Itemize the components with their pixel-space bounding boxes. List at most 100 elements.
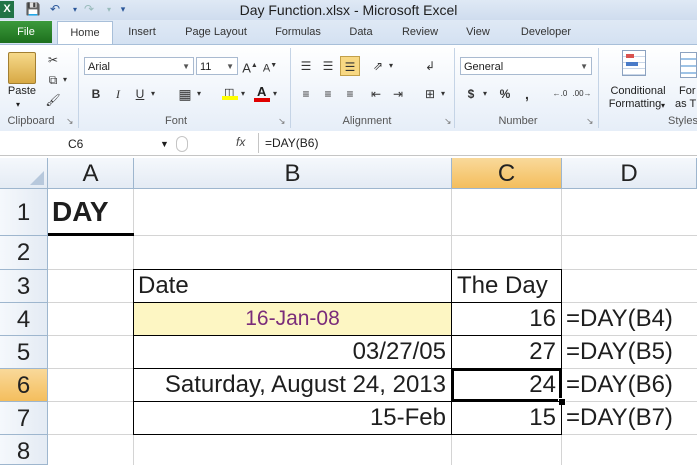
- format-as-table-label-1[interactable]: For: [679, 85, 696, 97]
- tab-page-layout[interactable]: Page Layout: [176, 21, 256, 43]
- align-center-icon[interactable]: ≡: [318, 84, 338, 104]
- column-header-a[interactable]: A: [48, 158, 134, 189]
- increase-decimal-icon[interactable]: ←.0: [550, 84, 570, 104]
- tab-view[interactable]: View: [454, 21, 502, 43]
- top-align-icon[interactable]: ☰: [296, 56, 316, 76]
- tab-insert[interactable]: Insert: [118, 21, 166, 43]
- cell-c4[interactable]: 16: [451, 302, 562, 336]
- insert-function-icon[interactable]: fx: [236, 135, 252, 149]
- alignment-launcher-icon[interactable]: ↘: [444, 116, 452, 127]
- fill-color-dropdown-icon[interactable]: ▾: [238, 84, 248, 104]
- italic-icon[interactable]: I: [110, 84, 126, 104]
- conditional-formatting-dropdown-icon[interactable]: ▾: [661, 101, 665, 110]
- align-left-icon[interactable]: ≡: [296, 84, 316, 104]
- cell-c7[interactable]: 15: [451, 401, 562, 435]
- day-header: The Day: [457, 272, 548, 299]
- cell-d7[interactable]: =DAY(B7): [566, 402, 673, 434]
- tab-developer[interactable]: Developer: [508, 21, 584, 43]
- percent-icon[interactable]: %: [496, 84, 514, 104]
- chevron-down-icon: ▼: [182, 62, 190, 71]
- chevron-down-icon: ▼: [226, 62, 234, 71]
- cell-d4[interactable]: =DAY(B4): [566, 303, 673, 335]
- tab-formulas[interactable]: Formulas: [266, 21, 330, 43]
- borders-icon[interactable]: ▦: [176, 84, 194, 104]
- bottom-align-icon[interactable]: ☰: [340, 56, 360, 76]
- date-value: Saturday, August 24, 2013: [164, 371, 446, 398]
- middle-align-icon[interactable]: ☰: [318, 56, 338, 76]
- row-header-4[interactable]: 4: [0, 303, 48, 336]
- font-launcher-icon[interactable]: ↘: [278, 116, 286, 127]
- merge-dropdown-icon[interactable]: ▾: [438, 84, 448, 104]
- conditional-formatting-icon[interactable]: [622, 50, 650, 80]
- decrease-decimal-icon[interactable]: .00→: [572, 84, 592, 104]
- grow-font-icon[interactable]: A▲: [241, 56, 259, 76]
- number-format-combo[interactable]: General ▼: [460, 57, 592, 75]
- currency-dropdown-icon[interactable]: ▾: [480, 84, 490, 104]
- decrease-indent-icon[interactable]: ⇤: [366, 84, 386, 104]
- copy-dropdown-icon[interactable]: ▾: [60, 70, 70, 90]
- cell-c5[interactable]: 27: [451, 335, 562, 369]
- currency-icon[interactable]: $: [462, 84, 480, 104]
- number-launcher-icon[interactable]: ↘: [586, 116, 594, 127]
- row-header-7[interactable]: 7: [0, 402, 48, 435]
- wrap-text-icon[interactable]: ↲: [420, 56, 440, 76]
- chevron-down-icon[interactable]: ▼: [160, 135, 169, 153]
- row-header-2[interactable]: 2: [0, 236, 48, 270]
- font-color-dropdown-icon[interactable]: ▾: [270, 84, 280, 104]
- font-name-combo[interactable]: Arial ▼: [84, 57, 194, 75]
- comma-style-icon[interactable]: ,: [518, 84, 536, 104]
- row-header-6[interactable]: 6: [0, 369, 48, 402]
- paste-button-label[interactable]: Paste: [4, 85, 40, 97]
- cell-d6[interactable]: =DAY(B6): [566, 369, 673, 401]
- cell-b3[interactable]: Date: [133, 269, 452, 303]
- cell-a1[interactable]: DAY: [52, 196, 109, 228]
- row-header-1[interactable]: 1: [0, 189, 48, 236]
- tab-data[interactable]: Data: [338, 21, 384, 43]
- align-right-icon[interactable]: ≡: [340, 84, 360, 104]
- orientation-dropdown-icon[interactable]: ▾: [386, 56, 396, 76]
- styles-group-label: Styles: [668, 115, 697, 127]
- cell-c3[interactable]: The Day: [451, 269, 562, 303]
- column-header-d[interactable]: D: [562, 158, 697, 189]
- column-header-b[interactable]: B: [134, 158, 452, 189]
- column-header-c[interactable]: C: [452, 158, 562, 189]
- conditional-formatting-label-2[interactable]: Formatting: [600, 98, 670, 110]
- tab-home[interactable]: Home: [57, 21, 113, 44]
- borders-dropdown-icon[interactable]: ▾: [194, 84, 204, 104]
- file-tab[interactable]: File: [0, 21, 52, 43]
- formula-bar-resize-handle[interactable]: [176, 136, 188, 152]
- format-as-table-label-2[interactable]: as T: [675, 98, 696, 110]
- clipboard-launcher-icon[interactable]: ↘: [66, 116, 74, 127]
- cell-b5[interactable]: 03/27/05: [133, 335, 452, 369]
- font-color-icon[interactable]: A: [254, 84, 270, 102]
- tab-review[interactable]: Review: [392, 21, 448, 43]
- format-as-table-icon[interactable]: [680, 52, 697, 78]
- underline-icon[interactable]: U: [132, 84, 148, 104]
- fill-color-icon[interactable]: ◫: [222, 86, 238, 100]
- date-value: 16-Jan-08: [245, 307, 340, 330]
- cell-d5[interactable]: =DAY(B5): [566, 336, 673, 368]
- bold-icon[interactable]: B: [88, 84, 104, 104]
- formula-input[interactable]: =DAY(B6): [258, 133, 695, 153]
- conditional-formatting-label-1[interactable]: Conditional: [603, 85, 673, 97]
- cell-b6[interactable]: Saturday, August 24, 2013: [133, 368, 452, 402]
- select-all-corner[interactable]: [0, 158, 48, 189]
- cell-b7[interactable]: 15-Feb: [133, 401, 452, 435]
- format-painter-icon[interactable]: 🖌: [44, 90, 62, 110]
- paste-dropdown-icon[interactable]: ▾: [16, 100, 20, 109]
- clipboard-group-label: Clipboard: [7, 115, 55, 127]
- cut-icon[interactable]: ✂: [44, 50, 62, 70]
- increase-indent-icon[interactable]: ⇥: [388, 84, 408, 104]
- row-header-8[interactable]: 8: [0, 435, 48, 465]
- row-header-5[interactable]: 5: [0, 336, 48, 369]
- cell-b4[interactable]: 16-Jan-08: [133, 302, 452, 336]
- font-size-combo[interactable]: 11 ▼: [196, 57, 238, 75]
- merge-center-icon[interactable]: ⊞: [420, 84, 440, 104]
- orientation-icon[interactable]: ⇗: [368, 56, 388, 76]
- shrink-font-icon[interactable]: A▼: [261, 56, 279, 76]
- underline-dropdown-icon[interactable]: ▾: [148, 84, 158, 104]
- name-box[interactable]: C6 ▼: [0, 135, 172, 153]
- number-format-value: General: [464, 61, 504, 73]
- paste-icon[interactable]: [8, 52, 36, 84]
- row-header-3[interactable]: 3: [0, 270, 48, 303]
